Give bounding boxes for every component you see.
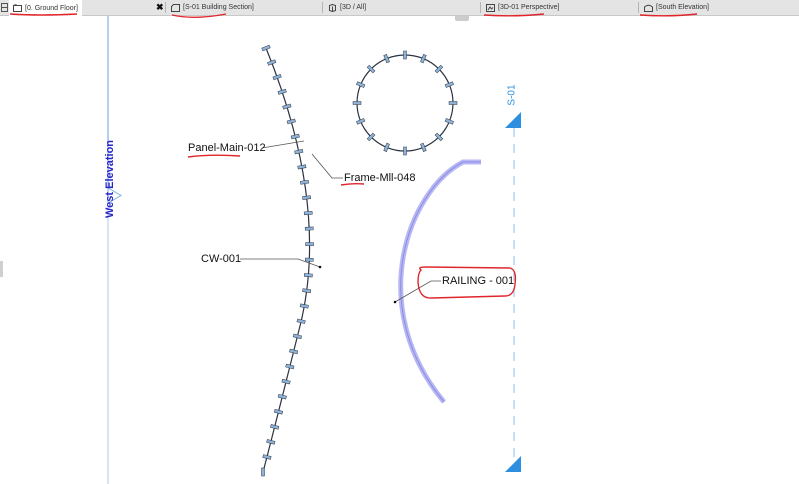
curtain-wall-panel[interactable] [292, 333, 302, 340]
circular-wall-panel[interactable] [356, 81, 366, 88]
circular-wall-panel[interactable] [403, 146, 407, 156]
railing-leader-dot [393, 300, 397, 304]
circular-wall-panel[interactable] [403, 50, 407, 60]
tab-perspective[interactable]: [3D-01 Perspective] [482, 0, 563, 15]
annotation-underline-panel [187, 154, 241, 158]
circular-wall-panel[interactable] [352, 101, 362, 105]
tab-3d-all[interactable]: [3D / All] [324, 0, 370, 15]
callout-railing[interactable]: RAILING - 001 [442, 275, 514, 287]
tab-label: [0. Ground Floor] [25, 4, 78, 12]
curtain-wall-panel[interactable] [302, 288, 312, 293]
tab-ground-floor[interactable]: [0. Ground Floor] [9, 0, 82, 16]
curtain-wall-panel[interactable] [282, 103, 292, 110]
perspective-icon [486, 3, 495, 12]
curtain-wall-panel[interactable] [296, 318, 306, 324]
cw-leader-dot [318, 265, 322, 269]
curtain-wall-panel[interactable] [285, 363, 295, 370]
close-tab-icon[interactable]: ✖ [156, 2, 164, 13]
curtain-wall-panel[interactable] [270, 424, 280, 430]
curtain-wall-panel[interactable] [289, 348, 299, 355]
circular-wall-panel[interactable] [356, 118, 366, 125]
west-elevation-label[interactable]: West Elevation [104, 140, 116, 218]
3d-view-icon [329, 3, 336, 12]
tab-building-section[interactable]: [S-01 Building Section] [167, 0, 258, 15]
frame-leader-line [311, 153, 343, 179]
curtain-wall-panel[interactable] [303, 210, 313, 216]
curtain-wall-panel[interactable] [267, 59, 277, 66]
circular-wall-panel[interactable] [420, 54, 427, 64]
tab-list-menu-icon[interactable] [1, 3, 8, 12]
curtain-wall-panel[interactable] [304, 226, 314, 231]
circular-wall-panels [352, 50, 458, 156]
section-marker-top-icon [505, 112, 521, 128]
curtain-wall-line [262, 47, 311, 473]
circular-wall-panel[interactable] [383, 54, 390, 64]
elevation-icon [644, 4, 653, 12]
circular-wall-panel[interactable] [444, 81, 454, 88]
curtain-wall-panel[interactable] [262, 454, 272, 460]
curtain-wall-panel[interactable] [261, 467, 265, 477]
curtain-wall-panel[interactable] [303, 273, 313, 278]
section-label[interactable]: S-01 [507, 84, 518, 105]
curtain-wall-panel[interactable] [304, 257, 314, 262]
curtain-wall-panel[interactable] [281, 378, 291, 385]
curtain-wall-panel[interactable] [261, 44, 271, 52]
tab-label: [S-01 Building Section] [183, 4, 254, 11]
curtain-wall-panel[interactable] [302, 195, 312, 200]
callout-curtain-wall[interactable]: CW-001 [201, 253, 241, 265]
curtain-wall-panel[interactable] [297, 164, 307, 170]
tab-label: [3D / All] [340, 4, 367, 11]
plan-drawing [107, 16, 521, 484]
curtain-wall-panel[interactable] [300, 179, 309, 185]
section-icon [171, 3, 180, 12]
circular-wall-panel[interactable] [420, 142, 427, 152]
section-marker-bottom-icon [505, 456, 521, 472]
floor-plan-canvas[interactable]: West Elevation S-01 Panel-Main-012 Frame… [0, 16, 799, 484]
curtain-wall-panel[interactable] [273, 409, 284, 415]
circular-wall-panel[interactable] [444, 118, 454, 125]
tab-south-elevation[interactable]: [South Elevation] [640, 0, 713, 15]
curtain-wall-panel[interactable] [286, 118, 296, 125]
view-tab-bar: [0. Ground Floor] ✖ [S-01 Building Secti… [0, 0, 799, 16]
tab-label: [South Elevation] [656, 4, 709, 11]
curtain-wall-panel[interactable] [294, 149, 304, 155]
curtain-wall-panel[interactable] [266, 439, 276, 445]
curtain-wall-panel[interactable] [277, 393, 287, 400]
circular-wall-panel[interactable] [448, 101, 458, 105]
curtain-wall-panel[interactable] [299, 303, 309, 309]
callout-panel[interactable]: Panel-Main-012 [188, 142, 266, 154]
curtain-wall-panel[interactable] [272, 73, 282, 81]
curtain-wall-panel[interactable] [305, 242, 314, 246]
floor-plan-icon [13, 4, 22, 12]
curtain-wall-panel[interactable] [290, 133, 300, 140]
circular-wall-panel[interactable] [383, 142, 390, 152]
callout-frame[interactable]: Frame-Mll-048 [344, 172, 416, 184]
tab-label: [3D-01 Perspective] [498, 4, 560, 11]
